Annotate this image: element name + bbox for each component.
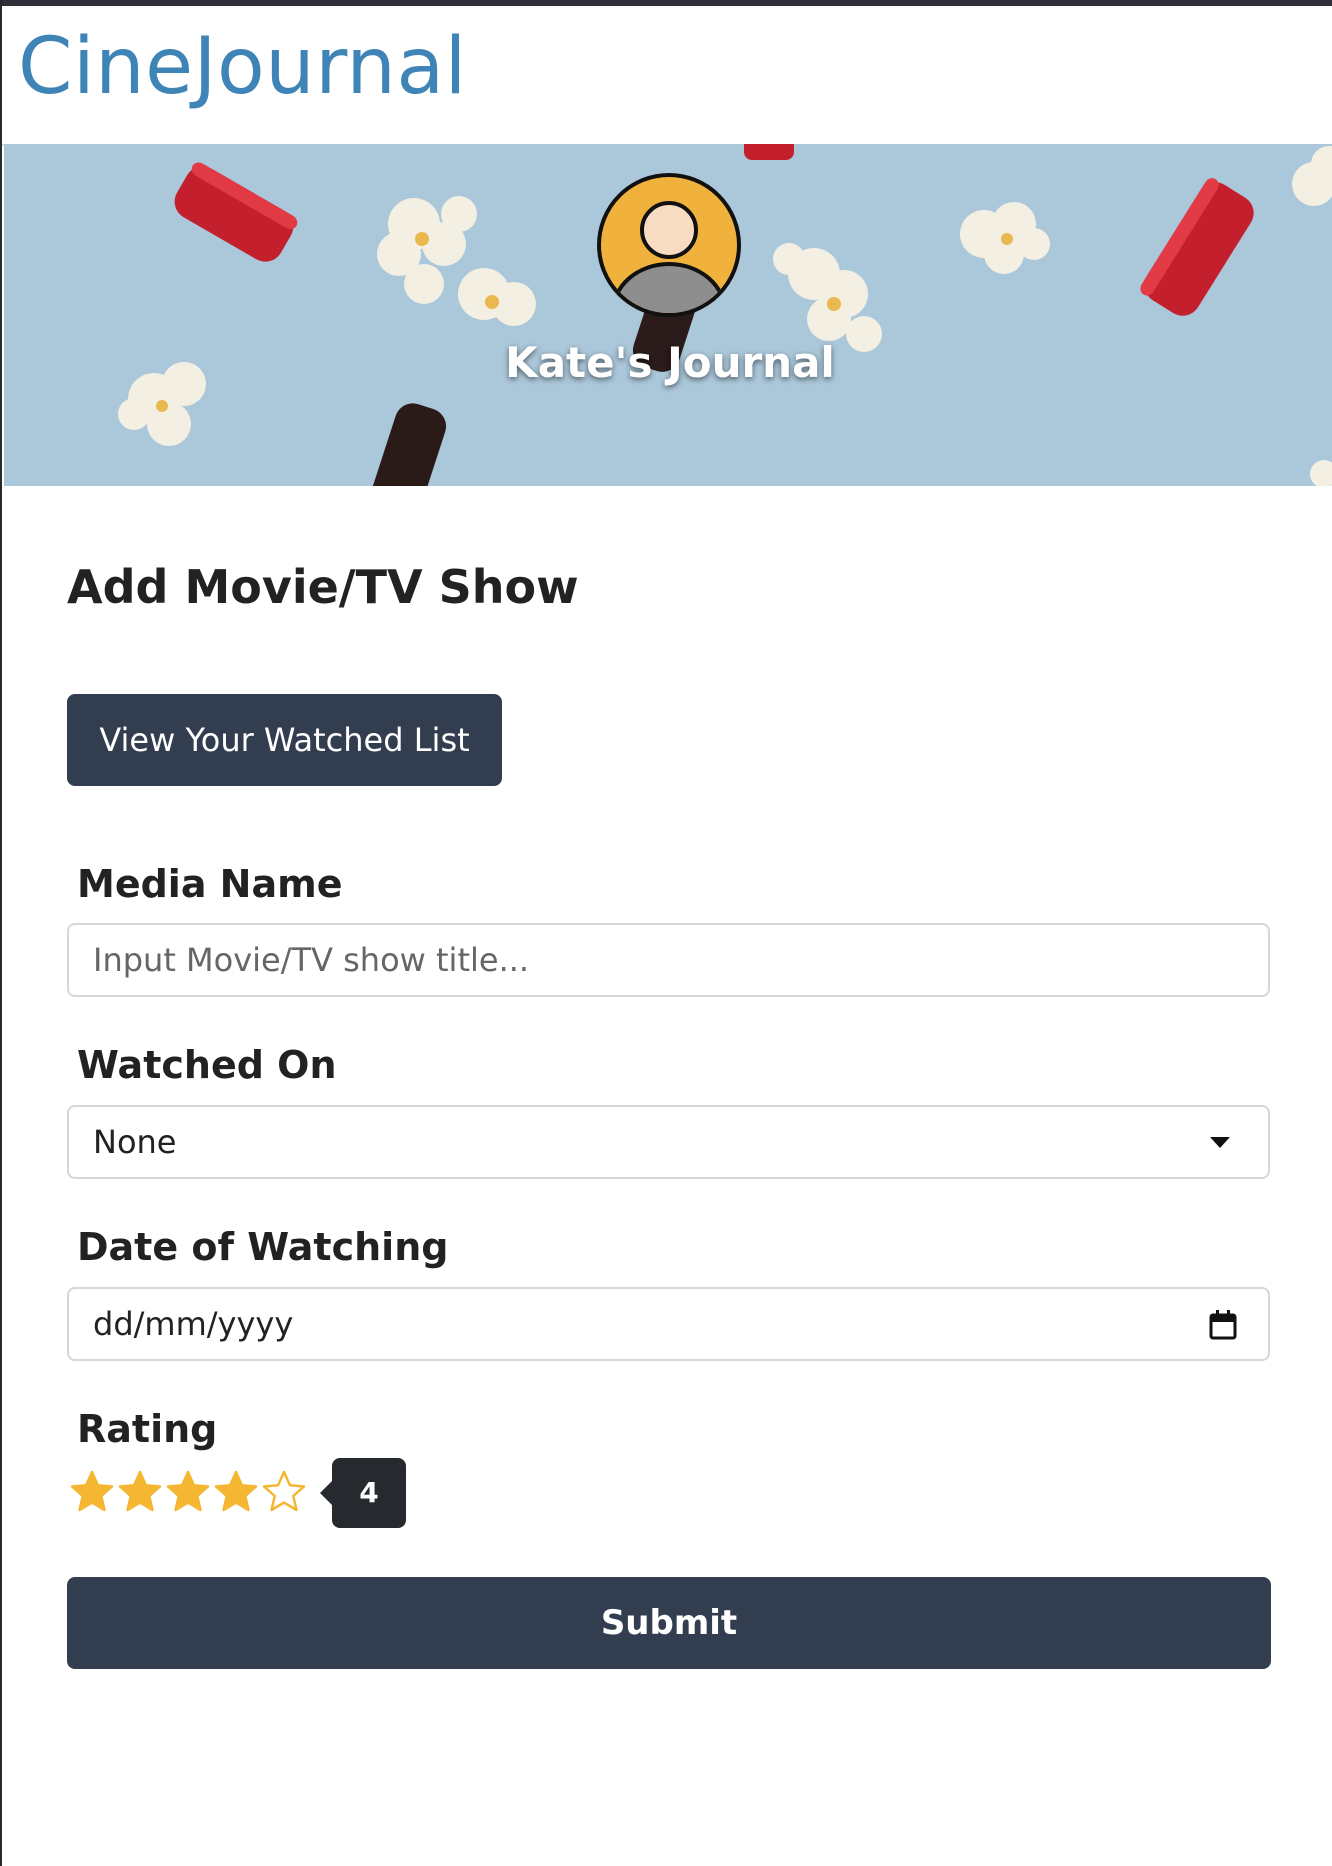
profile-banner: Kate's Journal — [4, 144, 1332, 486]
user-avatar-icon[interactable] — [596, 172, 742, 318]
media-name-label: Media Name — [77, 862, 343, 906]
journal-title: Kate's Journal — [505, 338, 835, 387]
app-header: CineJournal — [2, 6, 1332, 146]
date-placeholder: dd/mm/yyyy — [93, 1305, 294, 1343]
media-name-input[interactable] — [93, 925, 1223, 995]
star-filled-icon[interactable] — [166, 1470, 210, 1514]
watched-on-select[interactable]: None — [67, 1105, 1270, 1179]
view-watched-list-button[interactable]: View Your Watched List — [67, 694, 502, 786]
rating-stars[interactable] — [70, 1470, 310, 1518]
submit-button[interactable]: Submit — [67, 1577, 1271, 1669]
calendar-icon[interactable] — [1208, 1309, 1238, 1341]
page-title: Add Movie/TV Show — [67, 560, 579, 614]
media-name-field[interactable] — [67, 923, 1270, 997]
rating-label: Rating — [77, 1407, 218, 1451]
star-filled-icon[interactable] — [118, 1470, 162, 1514]
date-input[interactable]: dd/mm/yyyy — [67, 1287, 1270, 1361]
star-filled-icon[interactable] — [214, 1470, 258, 1514]
watched-on-selected-value: None — [93, 1123, 177, 1161]
star-empty-icon[interactable] — [262, 1470, 306, 1514]
app-logo[interactable]: CineJournal — [18, 22, 467, 112]
star-filled-icon[interactable] — [70, 1470, 114, 1514]
chevron-down-icon — [1210, 1137, 1230, 1148]
rating-tooltip: 4 — [320, 1458, 406, 1528]
date-label: Date of Watching — [77, 1225, 449, 1269]
watched-on-label: Watched On — [77, 1043, 337, 1087]
